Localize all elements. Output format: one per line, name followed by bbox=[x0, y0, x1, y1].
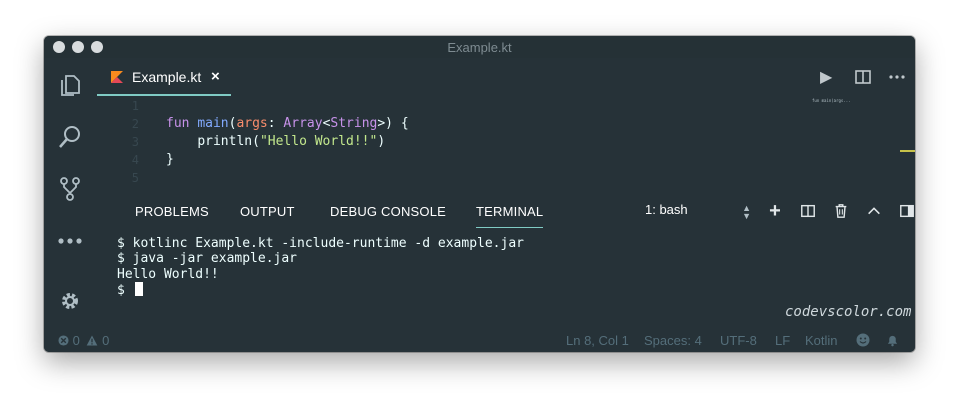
chevron-up-icon bbox=[868, 207, 880, 215]
terminal-select[interactable]: 1: bash ▲ ▼ bbox=[645, 202, 755, 222]
select-arrows-icon: ▲ ▼ bbox=[742, 203, 751, 221]
split-editor-button[interactable] bbox=[854, 68, 872, 86]
end-of-line[interactable]: LF bbox=[775, 333, 790, 348]
status-bar: 0 0 Ln 8, Col 1 Spaces: 4 UTF-8 LF Kotli… bbox=[44, 330, 915, 352]
more-actions-button[interactable] bbox=[888, 68, 906, 86]
terminal-cursor bbox=[134, 281, 143, 296]
language-mode[interactable]: Kotlin bbox=[805, 333, 838, 348]
function-name: main bbox=[197, 116, 229, 131]
terminal-prompt-line: $ bbox=[117, 281, 907, 298]
kill-terminal-button[interactable] bbox=[831, 201, 851, 221]
punctuation: ) bbox=[377, 134, 386, 149]
toggle-panel-position-button[interactable] bbox=[897, 201, 915, 221]
closing-brace: } bbox=[166, 152, 174, 167]
feedback-smiley-icon[interactable] bbox=[856, 333, 870, 348]
panel-tab-bar: PROBLEMS OUTPUT DEBUG CONSOLE TERMINAL 1… bbox=[97, 192, 915, 230]
line-number: 5 bbox=[131, 171, 139, 185]
more-icon bbox=[889, 75, 905, 79]
indentation[interactable]: Spaces: 4 bbox=[644, 333, 702, 348]
split-editor-icon bbox=[855, 70, 871, 84]
split-terminal-button[interactable] bbox=[798, 201, 818, 221]
function-call: println bbox=[197, 134, 253, 149]
type-name: Array bbox=[283, 116, 323, 131]
search-icon[interactable] bbox=[57, 124, 83, 150]
line-number: 4 bbox=[131, 153, 139, 167]
watermark: codevscolor.com bbox=[785, 304, 912, 320]
title-bar: Example.kt bbox=[44, 36, 915, 58]
terminal-select-value: 1: bash bbox=[645, 202, 688, 217]
extensions-icon[interactable] bbox=[57, 228, 83, 254]
explorer-icon[interactable] bbox=[57, 72, 83, 98]
tab-terminal[interactable]: TERMINAL bbox=[476, 204, 544, 228]
run-button[interactable]: ▶ bbox=[820, 67, 838, 86]
editor-tab-bar: Example.kt × ▶ bbox=[97, 58, 915, 96]
keyword: fun bbox=[166, 116, 190, 131]
source-control-icon[interactable] bbox=[57, 176, 83, 202]
terminal-line: $ kotlinc Example.kt -include-runtime -d… bbox=[117, 236, 524, 251]
warning-count: 0 bbox=[102, 333, 110, 348]
minimap[interactable]: fun main(args... bbox=[812, 98, 851, 103]
line-number: 2 bbox=[131, 117, 139, 131]
terminal-line: Hello World!! bbox=[117, 266, 219, 282]
tab-example-kt[interactable]: Example.kt × bbox=[97, 58, 231, 96]
split-icon bbox=[801, 204, 815, 218]
problems-status[interactable]: 0 0 bbox=[58, 333, 109, 348]
notifications-bell-icon[interactable] bbox=[886, 333, 899, 348]
encoding[interactable]: UTF-8 bbox=[720, 333, 757, 348]
cursor-position[interactable]: Ln 8, Col 1 bbox=[566, 333, 629, 348]
parameter: args bbox=[236, 116, 268, 131]
kotlin-file-icon bbox=[111, 71, 123, 83]
editor-window: Example.kt Example.kt × ▶ 1 2 fun main(a… bbox=[44, 36, 915, 352]
maximize-panel-button[interactable] bbox=[864, 201, 884, 221]
new-terminal-button[interactable]: + bbox=[765, 201, 785, 221]
activity-bar bbox=[44, 58, 97, 330]
code-editor[interactable]: 1 2 fun main(args: Array<String>) { 3 pr… bbox=[97, 96, 915, 192]
tab-debug-console[interactable]: DEBUG CONSOLE bbox=[330, 204, 446, 219]
tab-close-button[interactable]: × bbox=[211, 68, 220, 85]
trash-icon bbox=[835, 204, 847, 218]
line-number: 1 bbox=[131, 99, 139, 113]
punctuation: : bbox=[267, 116, 284, 131]
error-count: 0 bbox=[72, 333, 80, 348]
line-number: 3 bbox=[131, 135, 139, 149]
punctuation: >) { bbox=[377, 116, 409, 131]
warning-icon bbox=[87, 335, 98, 346]
punctuation: ( bbox=[252, 134, 260, 149]
panel-layout-icon bbox=[900, 204, 914, 218]
window-title: Example.kt bbox=[447, 40, 512, 55]
scrollbar-marker bbox=[900, 150, 915, 152]
settings-gear-icon[interactable] bbox=[57, 288, 83, 314]
string-literal: "Hello World!!" bbox=[259, 134, 378, 149]
tab-label: Example.kt bbox=[132, 69, 202, 85]
tab-output[interactable]: OUTPUT bbox=[240, 204, 295, 219]
error-icon bbox=[58, 335, 69, 346]
terminal-line: $ java -jar example.jar bbox=[117, 251, 298, 267]
tab-problems[interactable]: PROBLEMS bbox=[135, 204, 209, 219]
terminal-prompt: $ bbox=[117, 282, 133, 298]
type-name: String bbox=[330, 116, 378, 131]
